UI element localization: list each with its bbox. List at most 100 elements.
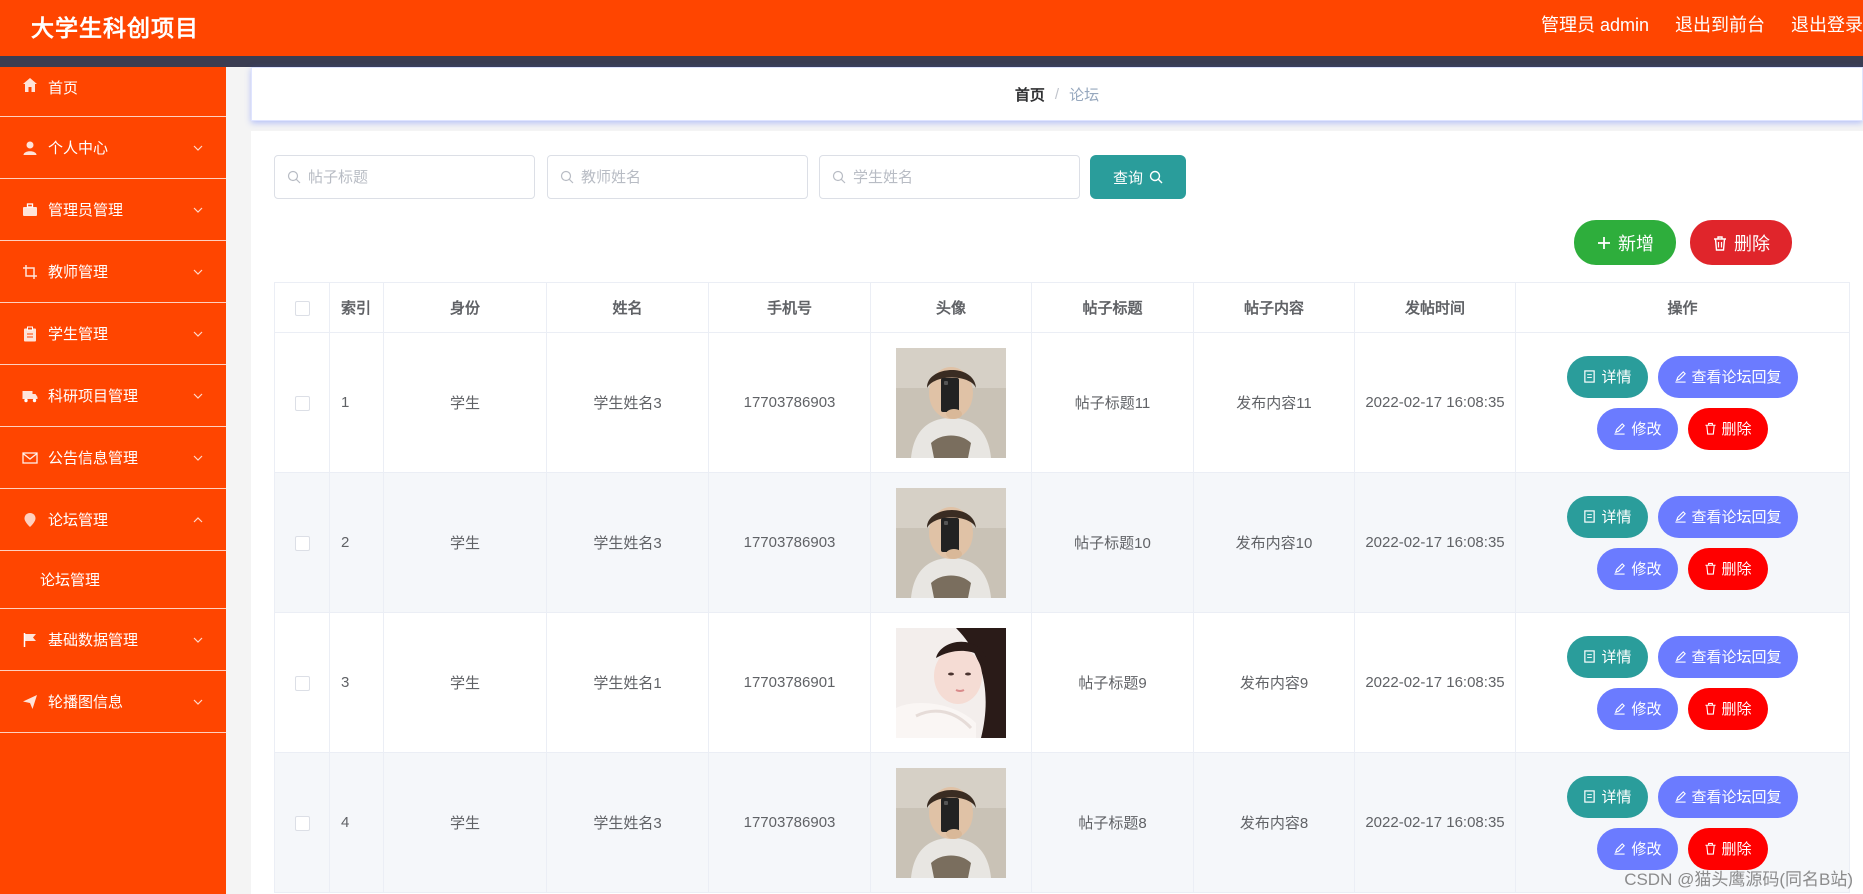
actions-line-1: 详情 查看论坛回复 (1567, 635, 1798, 678)
row-checkbox[interactable] (294, 675, 310, 691)
view-replies-button[interactable]: 查看论坛回复 (1657, 495, 1798, 538)
student-name-search[interactable] (819, 155, 1080, 199)
truck-icon (22, 388, 38, 404)
detail-button[interactable]: 详情 (1567, 635, 1648, 678)
sidebar-item-research-project-management[interactable]: 科研项目管理 (0, 365, 226, 427)
sidebar-item-personal-center[interactable]: 个人中心 (0, 117, 226, 179)
admin-label: 管理员 admin (1540, 15, 1649, 35)
post-time-text: 2022-02-17 16:08:35 (1365, 393, 1505, 411)
sidebar-item-teacher-management[interactable]: 教师管理 (0, 241, 226, 303)
row-name: 学生姓名3 (546, 472, 709, 613)
delete-label: 删除 (1721, 421, 1752, 438)
trash-icon (1704, 842, 1716, 855)
row-select-cell (274, 472, 330, 613)
table-row: 4 学生 学生姓名3 17703786903 帖子标题8 发布内容8 2022-… (274, 752, 1850, 893)
delete-button[interactable]: 删除 (1687, 547, 1768, 590)
view-replies-label: 查看论坛回复 (1691, 369, 1782, 386)
post-title-input[interactable] (308, 168, 528, 186)
column-header-post-time: 发帖时间 (1354, 282, 1516, 333)
sidebar-item-label: 论坛管理 (48, 512, 109, 529)
clipboard-icon (22, 326, 38, 342)
edit-icon (1614, 563, 1626, 575)
row-post-title: 帖子标题9 (1031, 612, 1194, 753)
sidebar-subitem-forum-management[interactable]: 论坛管理 (0, 551, 226, 609)
row-actions-group: 详情 查看论坛回复 修改 删除 (1516, 495, 1849, 590)
row-checkbox[interactable] (294, 535, 310, 551)
batch-delete-button[interactable]: 删除 (1690, 220, 1792, 265)
row-role: 学生 (383, 472, 547, 613)
query-label: 查询 (1112, 169, 1143, 187)
edit-button[interactable]: 修改 (1597, 547, 1678, 590)
sidebar-item-notice-management[interactable]: 公告信息管理 (0, 427, 226, 489)
to-front-link[interactable]: 退出到前台 (1675, 11, 1765, 37)
breadcrumb-separator: / (1054, 85, 1060, 103)
sidebar-item-label: 个人中心 (48, 140, 109, 157)
detail-button[interactable]: 详情 (1567, 775, 1648, 818)
row-role: 学生 (383, 612, 547, 753)
post-title-search[interactable] (274, 155, 535, 199)
edit-button[interactable]: 修改 (1597, 687, 1678, 730)
select-all-cell (274, 282, 330, 333)
detail-label: 详情 (1601, 649, 1632, 666)
add-button[interactable]: 新增 (1574, 220, 1676, 265)
column-header-post-content: 帖子内容 (1193, 282, 1355, 333)
column-header-actions: 操作 (1515, 282, 1850, 333)
sidebar-item-label: 学生管理 (48, 326, 109, 343)
student-name-input[interactable] (853, 168, 1073, 186)
avatar (896, 767, 1006, 878)
delete-button[interactable]: 删除 (1687, 407, 1768, 450)
breadcrumb-home[interactable]: 首页 (1015, 84, 1045, 105)
query-button[interactable]: 查询 (1090, 155, 1186, 199)
teacher-name-search[interactable] (547, 155, 808, 199)
document-icon (1584, 650, 1596, 663)
delete-label: 删除 (1721, 841, 1752, 858)
row-post-title: 帖子标题10 (1031, 472, 1194, 613)
sidebar-item-basic-data-management[interactable]: 基础数据管理 (0, 609, 226, 671)
sidebar-item-forum-management[interactable]: 论坛管理 (0, 489, 226, 551)
search-icon (832, 170, 846, 184)
home-icon (22, 77, 38, 93)
edit-button[interactable]: 修改 (1597, 407, 1678, 450)
row-checkbox[interactable] (294, 395, 310, 411)
teacher-name-input[interactable] (581, 168, 801, 186)
select-all-checkbox[interactable] (294, 300, 310, 316)
row-select-cell (274, 752, 330, 893)
view-replies-button[interactable]: 查看论坛回复 (1657, 635, 1798, 678)
row-actions-group: 详情 查看论坛回复 修改 删除 (1516, 635, 1849, 730)
delete-button[interactable]: 删除 (1687, 827, 1768, 870)
header-divider (0, 56, 1863, 67)
edit-button[interactable]: 修改 (1597, 827, 1678, 870)
delete-label: 删除 (1734, 233, 1770, 254)
briefcase-icon (22, 202, 38, 218)
sidebar-item-student-management[interactable]: 学生管理 (0, 303, 226, 365)
row-role: 学生 (383, 332, 547, 473)
delete-button[interactable]: 删除 (1687, 687, 1768, 730)
detail-button[interactable]: 详情 (1567, 495, 1648, 538)
row-post-title: 帖子标题8 (1031, 752, 1194, 893)
forum-table: 索引 身份 姓名 手机号 头像 帖子标题 帖子内容 发帖时间 操作 1 学生 学… (274, 282, 1850, 893)
document-icon (1584, 370, 1596, 383)
search-icon (560, 170, 574, 184)
location-icon (22, 512, 38, 528)
detail-label: 详情 (1601, 369, 1632, 386)
sidebar-item-admin-management[interactable]: 管理员管理 (0, 179, 226, 241)
sidebar-item-carousel-info[interactable]: 轮播图信息 (0, 671, 226, 733)
view-replies-button[interactable]: 查看论坛回复 (1657, 355, 1798, 398)
sidebar-item-home[interactable]: 首页 (0, 67, 226, 117)
row-post-time: 2022-02-17 16:08:35 (1354, 752, 1516, 893)
actions-line-2: 修改 删除 (1597, 407, 1768, 450)
avatar (896, 347, 1006, 458)
table-row: 3 学生 学生姓名1 17703786901 帖子标题9 发布内容9 2022-… (274, 612, 1850, 753)
row-post-content: 发布内容9 (1193, 612, 1355, 753)
row-name: 学生姓名3 (546, 752, 709, 893)
column-header-index: 索引 (329, 282, 384, 333)
view-replies-button[interactable]: 查看论坛回复 (1657, 775, 1798, 818)
row-post-time: 2022-02-17 16:08:35 (1354, 332, 1516, 473)
row-avatar-cell (870, 472, 1032, 613)
row-actions: 详情 查看论坛回复 修改 删除 (1515, 332, 1850, 473)
row-checkbox[interactable] (294, 815, 310, 831)
watermark: CSDN @猫头鹰源码(同名B站) (1624, 870, 1853, 889)
logout-link[interactable]: 退出登录 (1791, 11, 1863, 37)
detail-button[interactable]: 详情 (1567, 355, 1648, 398)
chevron-down-icon (193, 699, 203, 705)
